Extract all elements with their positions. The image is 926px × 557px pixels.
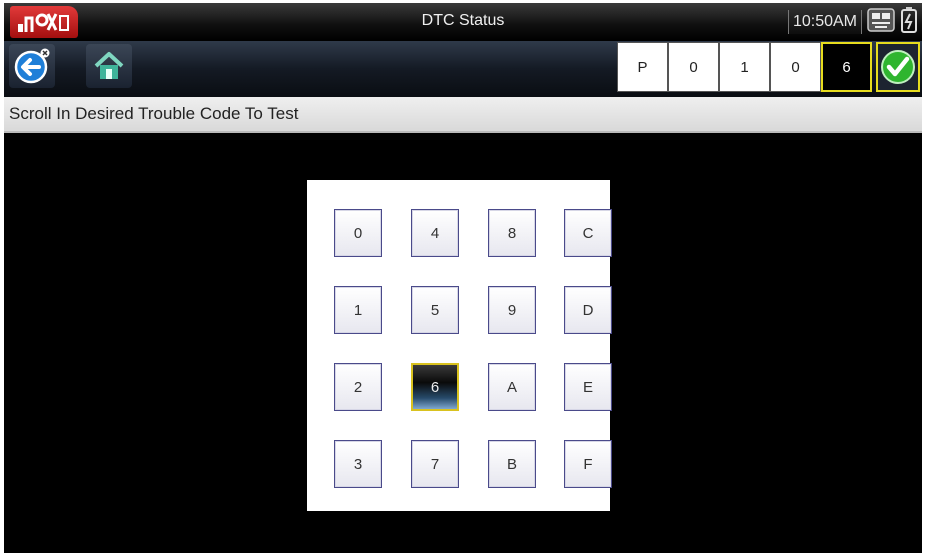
key-1[interactable]: 1 (334, 286, 382, 334)
status-area: 10:50AM (787, 6, 918, 39)
checkmark-icon (881, 50, 915, 84)
page-title: DTC Status (421, 12, 505, 29)
key-3[interactable]: 3 (334, 440, 382, 488)
key-2[interactable]: 2 (334, 363, 382, 411)
key-0[interactable]: 0 (334, 209, 382, 257)
vehicle-connection-icon (866, 6, 896, 39)
key-b[interactable]: B (488, 440, 536, 488)
back-arrow-icon (14, 48, 50, 84)
instruction-text: Scroll In Desired Trouble Code To Test (4, 97, 922, 133)
code-digit-4[interactable]: 0 (770, 42, 821, 92)
back-button[interactable] (9, 44, 55, 88)
clock: 10:50AM (787, 10, 862, 34)
title-bar: DTC Status 10:50AM (4, 3, 922, 41)
code-digit-2[interactable]: 0 (668, 42, 719, 92)
key-7[interactable]: 7 (411, 440, 459, 488)
key-e[interactable]: E (564, 363, 612, 411)
accept-button[interactable] (876, 42, 920, 92)
key-a[interactable]: A (488, 363, 536, 411)
code-digit-1[interactable]: P (617, 42, 668, 92)
dtc-code-entry: P 0 1 0 6 (617, 42, 872, 94)
code-digit-5[interactable]: 6 (821, 42, 872, 92)
key-d[interactable]: D (564, 286, 612, 334)
screen: DTC Status 10:50AM P 0 1 0 6 Scroll In D… (4, 3, 922, 553)
code-digit-3[interactable]: 1 (719, 42, 770, 92)
key-8[interactable]: 8 (488, 209, 536, 257)
key-4[interactable]: 4 (411, 209, 459, 257)
home-button[interactable] (86, 44, 132, 88)
key-c[interactable]: C (564, 209, 612, 257)
key-9[interactable]: 9 (488, 286, 536, 334)
battery-icon (900, 6, 918, 39)
toolbar: P 0 1 0 6 (4, 41, 922, 97)
key-6-selected[interactable]: 6 (411, 363, 459, 411)
key-f[interactable]: F (564, 440, 612, 488)
home-icon (94, 52, 124, 79)
key-5[interactable]: 5 (411, 286, 459, 334)
hex-keypad: 0 1 2 3 4 5 6 7 8 9 A B C D E F (307, 180, 612, 511)
